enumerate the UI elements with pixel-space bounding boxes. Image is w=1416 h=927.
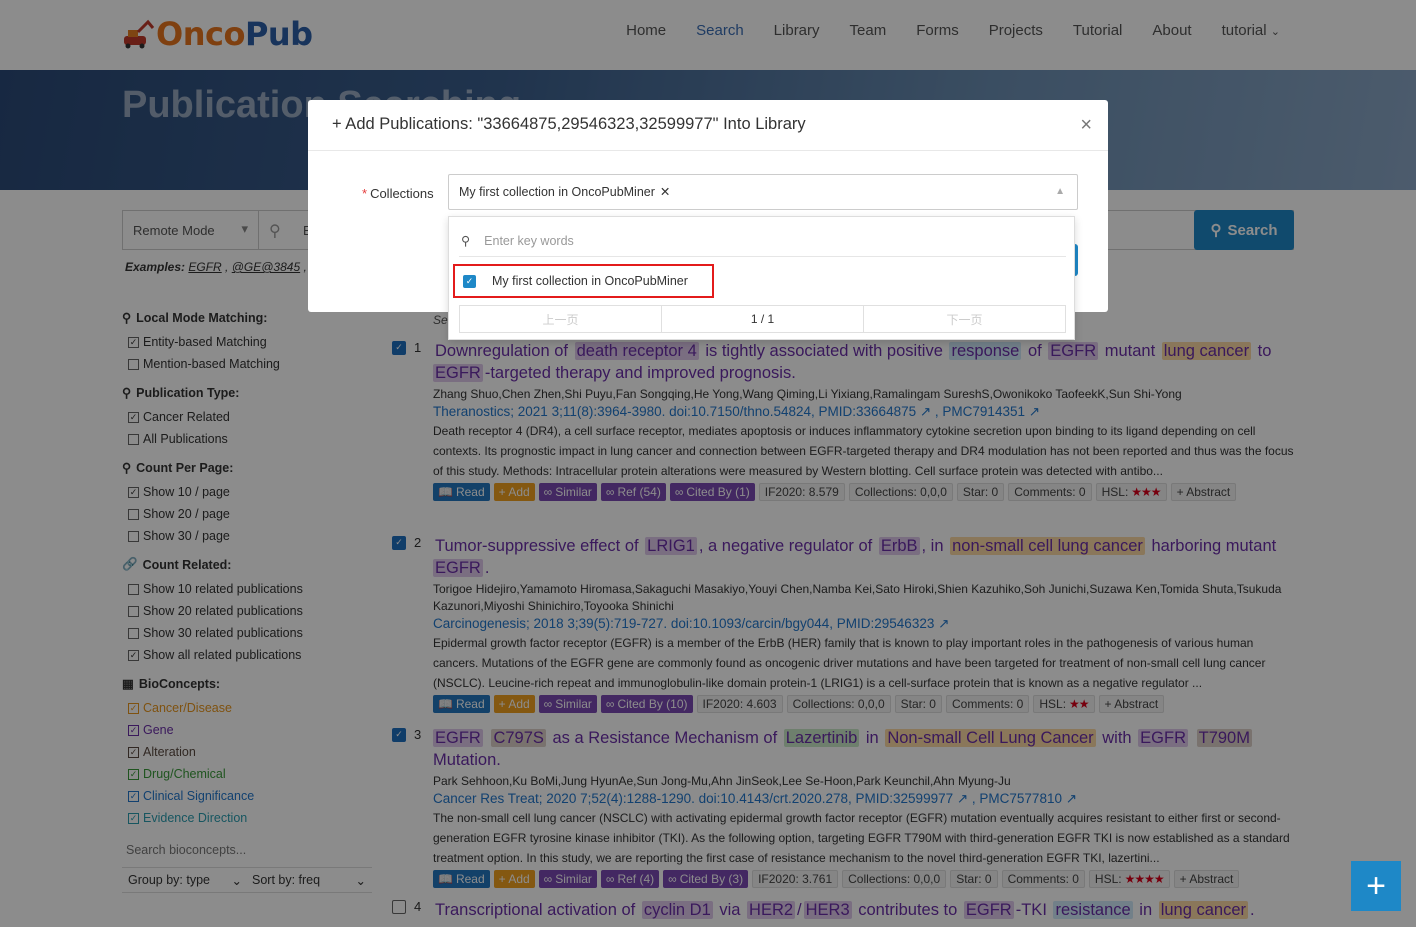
divider [308,150,1108,151]
caret-up-icon: ▲ [1055,186,1065,197]
prev-page-button[interactable]: 上一页 [460,306,662,332]
dropdown-pager: 上一页 1 / 1 下一页 [459,305,1066,333]
next-page-button[interactable]: 下一页 [864,306,1065,332]
option-label: My first collection in OncoPubMiner [492,274,688,288]
label-text: Collections [370,186,434,201]
tag-label: My first collection in OncoPubMiner [459,185,655,199]
search-icon: ⚲ [461,234,471,248]
collection-option[interactable]: ✓ My first collection in OncoPubMiner [453,264,714,298]
remove-tag-icon[interactable]: ✕ [660,185,670,199]
page-indicator: 1 / 1 [662,306,864,332]
collections-dropdown: ⚲ Enter key words ✓ My first collection … [448,216,1075,340]
required-marker: * [362,186,368,201]
dropdown-search-input[interactable]: Enter key words [484,234,574,248]
collections-label: * Collections [362,186,434,201]
selected-collection-tag: My first collection in OncoPubMiner ✕ [459,184,670,199]
option-checkbox[interactable]: ✓ [463,274,476,288]
dropdown-search[interactable]: ⚲ Enter key words [459,225,1066,257]
collections-select[interactable]: My first collection in OncoPubMiner ✕ ▲ [448,174,1078,210]
modal-title: + Add Publications: "33664875,29546323,3… [332,115,806,133]
close-icon[interactable]: × [1080,114,1092,137]
add-fab-button[interactable]: + [1351,861,1401,911]
